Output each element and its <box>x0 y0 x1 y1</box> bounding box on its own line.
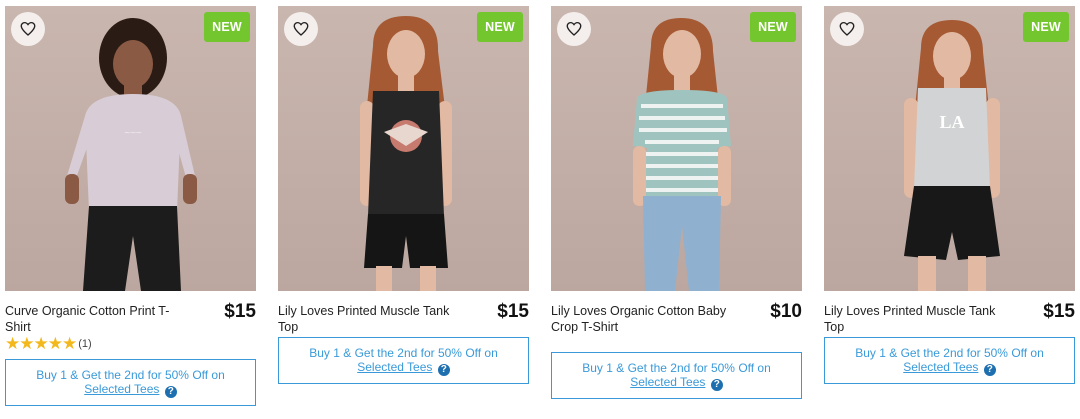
promo-text: Buy 1 & Get the 2nd for 50% Off on <box>36 367 225 382</box>
review-count: (1) <box>78 337 92 350</box>
promo-link[interactable]: Selected Tees <box>357 360 432 374</box>
product-title[interactable]: Curve Organic Cotton Print T-Shirt <box>5 303 195 335</box>
product-price: $15 <box>224 301 256 322</box>
product-image[interactable]: NEW <box>278 6 529 291</box>
question-circle-icon[interactable]: ? <box>710 378 723 391</box>
promo-text: Buy 1 & Get the 2nd for 50% Off on <box>582 360 771 375</box>
model-photo <box>360 16 452 291</box>
promo-text: Buy 1 & Get the 2nd for 50% Off on <box>855 345 1044 360</box>
heart-outline-icon <box>20 21 36 36</box>
promo-link[interactable]: Selected Tees <box>84 382 159 396</box>
wishlist-button[interactable] <box>11 12 45 46</box>
star-icon: ★ <box>47 334 63 353</box>
model-photo <box>633 18 731 291</box>
new-badge: NEW <box>204 12 250 42</box>
star-icon: ★ <box>5 334 21 353</box>
product-card[interactable]: LA NEW Lily Loves Printed Muscle Tank To… <box>824 6 1075 384</box>
heart-outline-icon <box>566 21 582 36</box>
rating[interactable]: ★ ★ ★ ★ ★ (1) <box>5 335 92 352</box>
product-title[interactable]: Lily Loves Printed Muscle Tank Top <box>278 303 468 335</box>
product-image[interactable]: ~~~ NEW <box>5 6 256 291</box>
promo-box: Buy 1 & Get the 2nd for 50% Off on Selec… <box>5 359 256 406</box>
star-icon: ★ <box>62 334 78 353</box>
product-price: $15 <box>1043 301 1075 322</box>
product-title[interactable]: Lily Loves Organic Cotton Baby Crop T-Sh… <box>551 303 741 335</box>
svg-text:LA: LA <box>939 112 964 132</box>
promo-box: Buy 1 & Get the 2nd for 50% Off on Selec… <box>278 337 529 384</box>
new-badge: NEW <box>477 12 523 42</box>
star-icon: ★ <box>33 334 49 353</box>
question-circle-icon[interactable]: ? <box>983 363 996 376</box>
product-image[interactable]: LA NEW <box>824 6 1075 291</box>
model-photo: ~~~ <box>65 18 197 291</box>
star-icon: ★ <box>19 334 35 353</box>
heart-outline-icon <box>293 21 309 36</box>
heart-outline-icon <box>839 21 855 36</box>
wishlist-button[interactable] <box>284 12 318 46</box>
promo-text: Buy 1 & Get the 2nd for 50% Off on <box>309 345 498 360</box>
product-image[interactable]: NEW <box>551 6 802 291</box>
wishlist-button[interactable] <box>557 12 591 46</box>
promo-box: Buy 1 & Get the 2nd for 50% Off on Selec… <box>824 337 1075 384</box>
product-card[interactable]: ~~~ NEW Curve Organic Cotton Print T-Shi… <box>5 6 256 406</box>
product-card[interactable]: NEW Lily Loves Printed Muscle Tank Top $… <box>278 6 529 384</box>
product-title[interactable]: Lily Loves Printed Muscle Tank Top <box>824 303 1014 335</box>
question-circle-icon[interactable]: ? <box>437 363 450 376</box>
promo-link[interactable]: Selected Tees <box>903 360 978 374</box>
new-badge: NEW <box>750 12 796 42</box>
question-circle-icon[interactable]: ? <box>164 385 177 398</box>
promo-box: Buy 1 & Get the 2nd for 50% Off on Selec… <box>551 352 802 399</box>
product-card[interactable]: NEW Lily Loves Organic Cotton Baby Crop … <box>551 6 802 399</box>
wishlist-button[interactable] <box>830 12 864 46</box>
svg-text:~~~: ~~~ <box>124 128 142 139</box>
product-price: $10 <box>770 301 802 322</box>
promo-link[interactable]: Selected Tees <box>630 375 705 389</box>
model-photo: LA <box>904 20 1000 291</box>
new-badge: NEW <box>1023 12 1069 42</box>
product-price: $15 <box>497 301 529 322</box>
